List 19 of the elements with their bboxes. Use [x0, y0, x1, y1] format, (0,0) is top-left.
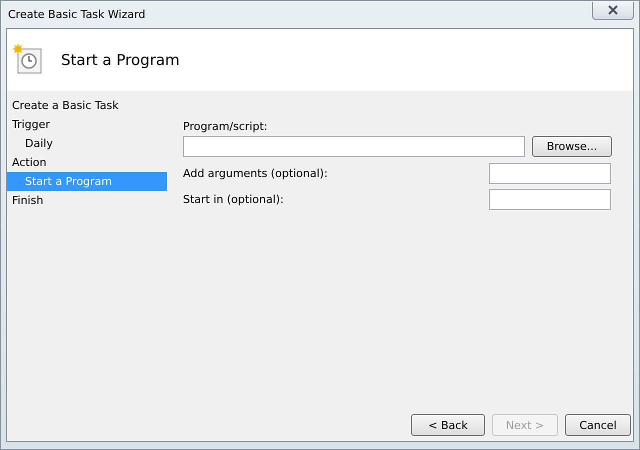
- input-field[interactable]: [183, 136, 525, 157]
- window-title: Create Basic Task Wizard: [7, 8, 146, 21]
- field-label: Start in (optional):: [183, 192, 284, 208]
- close-button[interactable]: [592, 2, 634, 20]
- step-item[interactable]: Finish: [7, 191, 167, 210]
- step-item[interactable]: Action: [7, 153, 167, 172]
- browse-button[interactable]: Browse...: [532, 136, 612, 157]
- field-label: Add arguments (optional):: [183, 166, 328, 182]
- clock-icon: [13, 44, 43, 76]
- input-field[interactable]: [489, 189, 611, 210]
- wizard-button[interactable]: < Back: [411, 414, 485, 436]
- field-label: Program/script:: [183, 119, 268, 135]
- step-item[interactable]: Create a Basic Task: [7, 96, 167, 115]
- step-item[interactable]: Daily: [7, 134, 167, 153]
- close-icon: [607, 5, 619, 15]
- step-item[interactable]: Trigger: [7, 115, 167, 134]
- page-title: Start a Program: [61, 51, 180, 69]
- wizard-button[interactable]: Cancel: [565, 414, 631, 436]
- input-field[interactable]: [489, 163, 611, 184]
